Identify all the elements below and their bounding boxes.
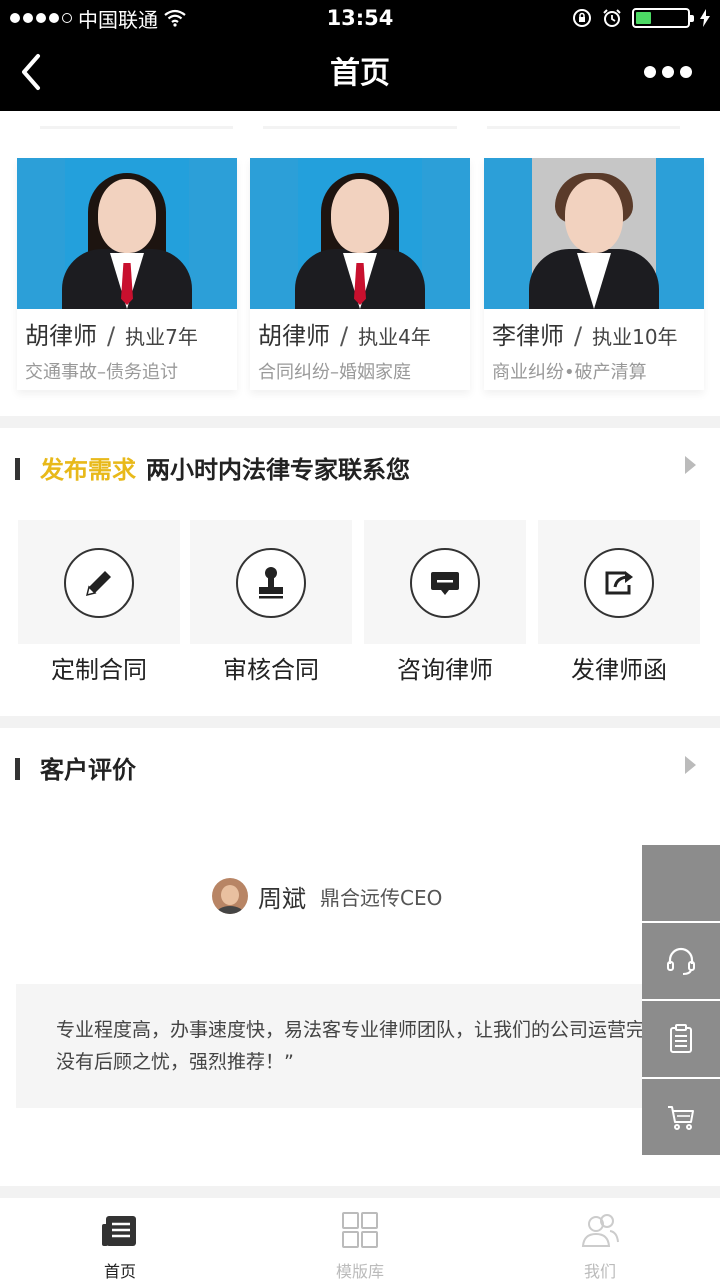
lawyer-name: 胡律师 (258, 322, 330, 350)
tab-home[interactable]: 首页 (60, 1198, 180, 1280)
separator: / (107, 322, 116, 350)
lawyer-card[interactable]: 胡律师 / 执业7年 交通事故–债务追讨 (17, 158, 237, 390)
tab-label: 首页 (103, 1262, 136, 1280)
avatar (212, 878, 248, 914)
chevron-right-icon (685, 756, 696, 774)
lawyer-years: 执业10年 (592, 325, 678, 349)
more-dot-icon (662, 66, 674, 78)
people-icon (581, 1214, 619, 1247)
cart-button[interactable] (642, 1079, 720, 1157)
rotation-lock-icon (573, 9, 591, 27)
orders-button[interactable] (642, 1001, 720, 1079)
status-bar: 中国联通 13:54 (0, 0, 720, 36)
separator: / (574, 322, 583, 350)
page-title: 首页 (330, 56, 390, 91)
clipboard-icon (670, 1024, 692, 1053)
lawyer-years: 执业7年 (125, 325, 198, 349)
lawyer-card[interactable]: 胡律师 / 执业4年 合同纠纷–婚姻家庭 (250, 158, 470, 390)
lawyer-specialty: 商业纠纷•破产清算 (492, 362, 647, 383)
status-right (572, 0, 710, 36)
tab-label: 我们 (583, 1262, 616, 1280)
lawyer-section: 胡律师 / 执业7年 交通事故–债务追讨 胡律师 / 执业4年 合同纠纷–婚姻家庭 李律… (0, 111, 720, 416)
side-toolbar (642, 845, 720, 1157)
demand-section: 发布需求 两小时内法律专家联系您 定制合同 审核合同 咨询律师 发律师函 (0, 428, 720, 716)
service-review-contract[interactable]: 审核合同 (190, 520, 352, 688)
service-label: 咨询律师 (397, 656, 493, 684)
review-header[interactable]: 客户评价 (0, 728, 720, 808)
lawyer-card[interactable]: 李律师 / 执业10年 商业纠纷•破产清算 (484, 158, 704, 390)
battery-icon (632, 8, 694, 28)
lawyer-name-line: 李律师 / 执业10年 (492, 316, 678, 351)
nav-bar: 首页 (0, 36, 720, 111)
reviewer: 周斌 鼎合远传CEO (212, 878, 442, 914)
side-blank-button[interactable] (642, 845, 720, 923)
lawyer-photo (250, 158, 470, 309)
demand-title: 两小时内法律专家联系您 (146, 456, 410, 484)
reviewer-name: 周斌 (258, 884, 306, 913)
news-icon (102, 1216, 136, 1246)
service-send-letter[interactable]: 发律师函 (538, 520, 700, 688)
lawyer-specialty: 交通事故–债务追讨 (25, 362, 178, 383)
stamp-icon (259, 567, 283, 599)
section-title: 发布需求 两小时内法律专家联系您 (40, 450, 410, 485)
alarm-icon (603, 9, 621, 27)
tab-templates[interactable]: 模版库 (300, 1198, 420, 1280)
tab-bar: 首页 模版库 我们 (0, 1198, 720, 1280)
review-section: 客户评价 周斌 鼎合远传CEO 专业程度高，办事速度快，易法客专业律师团队，让我… (0, 728, 720, 1186)
lawyer-name: 胡律师 (25, 322, 97, 350)
lawyer-name-line: 胡律师 / 执业4年 (258, 316, 431, 351)
service-label: 定制合同 (51, 656, 147, 684)
lawyer-specialty: 合同纠纷–婚姻家庭 (258, 362, 411, 383)
more-dot-icon (680, 66, 692, 78)
chevron-right-icon (685, 456, 696, 474)
more-dot-icon (644, 66, 656, 78)
lawyer-name-line: 胡律师 / 执业7年 (25, 316, 198, 351)
tab-label: 模版库 (335, 1262, 384, 1280)
charging-icon (700, 9, 710, 27)
headset-icon (667, 947, 695, 975)
send-letter-icon (605, 571, 633, 595)
pencil-icon (85, 571, 111, 597)
lawyer-photo (17, 158, 237, 309)
lawyer-photo (484, 158, 704, 309)
section-marker (15, 458, 20, 480)
reviewer-title: 鼎合远传CEO (320, 885, 443, 910)
separator: / (340, 322, 349, 350)
divider (40, 119, 680, 129)
lawyer-name: 李律师 (492, 322, 564, 350)
service-label: 审核合同 (223, 656, 319, 684)
service-label: 发律师函 (571, 656, 667, 684)
service-consult-lawyer[interactable]: 咨询律师 (364, 520, 526, 688)
service-custom-contract[interactable]: 定制合同 (18, 520, 180, 688)
demand-header[interactable]: 发布需求 两小时内法律专家联系您 (0, 428, 720, 508)
lawyer-years: 执业4年 (358, 325, 431, 349)
more-button[interactable] (644, 66, 692, 78)
chat-icon (431, 572, 459, 595)
cart-icon (668, 1106, 694, 1130)
customer-service-button[interactable] (642, 923, 720, 1001)
section-marker (15, 758, 20, 780)
review-quote: 专业程度高，办事速度快，易法客专业律师团队，让我们的公司运营完全没有后顾之忧，强… (16, 984, 704, 1108)
demand-highlight: 发布需求 (40, 456, 136, 484)
review-title: 客户评价 (40, 756, 136, 784)
tab-about[interactable]: 我们 (540, 1198, 660, 1280)
grid-icon (342, 1212, 378, 1248)
